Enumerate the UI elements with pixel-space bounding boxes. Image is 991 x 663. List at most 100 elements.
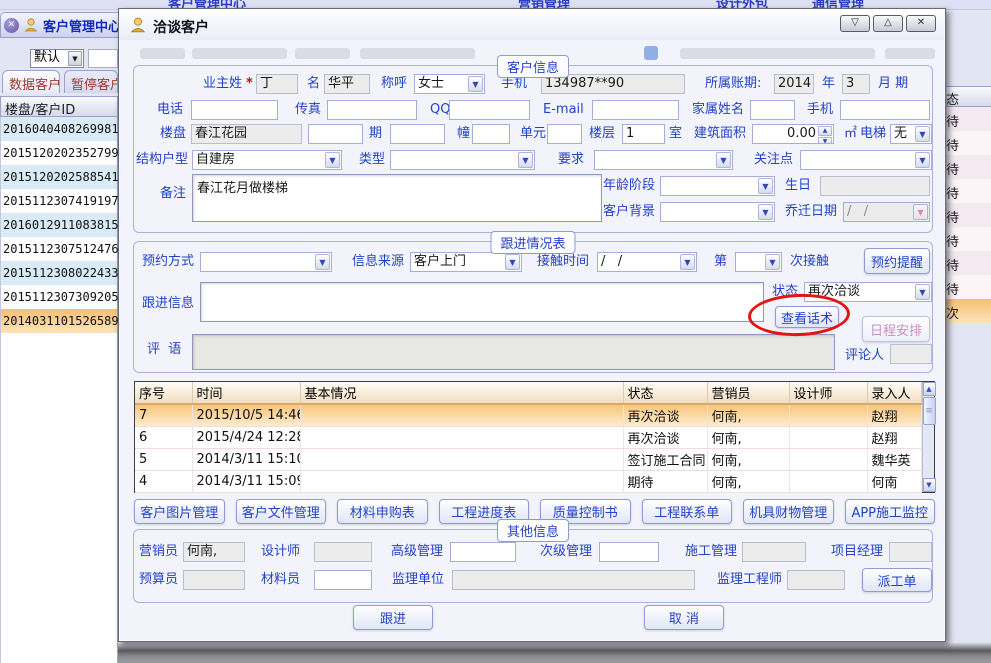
owner-name-field[interactable]: 丁 xyxy=(256,74,298,94)
history-column-header[interactable]: 设计师 xyxy=(789,382,867,404)
building-field[interactable] xyxy=(390,124,445,144)
scroll-down-icon[interactable]: ▼ xyxy=(923,478,936,492)
phase-field[interactable] xyxy=(308,124,363,144)
action-button[interactable]: 机具财物管理 xyxy=(743,499,834,524)
client-id-item[interactable]: 2015120202588541 xyxy=(1,165,117,189)
material-clerk-field[interactable] xyxy=(314,570,372,590)
focus-combo[interactable]: ▼ xyxy=(800,150,932,170)
appoint-method-combo[interactable]: ▼ xyxy=(200,252,332,272)
client-id-item[interactable]: 2015112307512476 xyxy=(1,237,117,261)
tab-data-clients[interactable]: 数据客户 xyxy=(2,70,60,93)
history-column-header[interactable]: 状态 xyxy=(623,382,707,404)
maximize-button[interactable]: △ xyxy=(873,15,903,32)
move-date-combo[interactable]: / / ▼ xyxy=(843,202,930,222)
window-tab-customer-center[interactable]: ✕ 客户管理中心 xyxy=(0,12,118,38)
remark-textarea[interactable]: 春江花月做楼梯 xyxy=(192,174,602,222)
requirement-combo[interactable]: ▼ xyxy=(594,150,733,170)
scrollbar-thumb[interactable]: ≡ xyxy=(923,397,936,425)
client-id-item[interactable]: 2014031101526589 xyxy=(1,309,117,333)
age-stage-combo[interactable]: ▼ xyxy=(660,176,775,196)
client-id-item[interactable]: 2016040408269981 xyxy=(1,117,117,141)
client-id-item[interactable]: 2015112307309205 xyxy=(1,285,117,309)
salutation-combo[interactable]: 女士 ▼ xyxy=(414,74,485,94)
family-name-field[interactable] xyxy=(750,100,795,120)
history-column-header[interactable]: 录入人 xyxy=(867,382,921,404)
info-source-combo[interactable]: 客户上门 ▼ xyxy=(410,252,522,272)
contact-time-combo[interactable]: / / ▼ xyxy=(597,252,697,272)
estate-field[interactable]: 春江花园 xyxy=(191,124,302,144)
filter-input[interactable] xyxy=(88,49,118,68)
supervision-engineer-field[interactable] xyxy=(787,570,845,590)
phone-field[interactable] xyxy=(191,100,278,120)
followup-section-title: 跟进情况表 xyxy=(490,231,575,254)
follow-button[interactable]: 跟进 xyxy=(353,605,433,630)
family-mobile-field[interactable] xyxy=(840,100,930,120)
appointment-reminder-button[interactable]: 预约提醒 xyxy=(864,248,930,274)
client-id-item[interactable]: 2015112307419197 xyxy=(1,189,117,213)
senior-manager-field[interactable] xyxy=(450,542,516,562)
first-name-field[interactable]: 华平 xyxy=(324,74,370,94)
filter-combo[interactable]: 默认 ▼ xyxy=(30,49,84,68)
structure-combo[interactable]: 自建房 ▼ xyxy=(192,150,342,170)
unit-number-field[interactable] xyxy=(547,124,582,144)
customer-background-combo[interactable]: ▼ xyxy=(660,202,775,222)
table-scrollbar[interactable]: ▲ ≡ ▼ xyxy=(922,382,935,492)
qq-field[interactable] xyxy=(449,100,530,120)
floor-field[interactable]: 1 xyxy=(622,124,665,144)
history-column-header[interactable]: 营销员 xyxy=(707,382,789,404)
elevator-combo[interactable]: 无 ▼ xyxy=(890,124,932,144)
history-row[interactable]: 7 2015/10/5 14:46 再次洽谈 何南, 赵翔 xyxy=(135,404,921,427)
history-column-header[interactable]: 序号 xyxy=(135,382,192,404)
fax-field[interactable] xyxy=(327,100,417,120)
status-combo[interactable]: 再次洽谈 ▼ xyxy=(804,282,932,302)
type-combo[interactable]: ▼ xyxy=(390,150,535,170)
phase-label: 期 xyxy=(369,124,382,144)
history-column-header[interactable]: 时间 xyxy=(192,382,300,404)
email-field[interactable] xyxy=(592,100,679,120)
history-row[interactable]: 4 2014/3/11 15:09 期待 何南, 何南 xyxy=(135,471,921,493)
cancel-button[interactable]: 取 消 xyxy=(644,605,724,630)
history-row[interactable]: 6 2015/4/24 12:28 再次洽谈 何南, 赵翔 xyxy=(135,427,921,449)
history-row[interactable]: 5 2014/3/11 15:10 签订施工合同 何南, 魏华英 xyxy=(135,449,921,471)
info-source-label: 信息来源 xyxy=(352,252,404,272)
spinner-down-icon[interactable]: ▼ xyxy=(818,137,832,144)
commenter-field[interactable] xyxy=(890,344,932,364)
action-button[interactable]: 工程联系单 xyxy=(642,499,733,524)
designer-field[interactable] xyxy=(314,542,372,562)
followup-info-textarea[interactable] xyxy=(200,282,764,322)
unit-field[interactable] xyxy=(472,124,510,144)
supervision-unit-field[interactable] xyxy=(452,570,695,590)
project-manager-field[interactable] xyxy=(889,542,932,562)
action-button[interactable]: 材料申购表 xyxy=(337,499,428,524)
dropdown-arrow-icon: ▼ xyxy=(915,284,930,300)
dialog-title: 洽谈客户 xyxy=(153,17,209,37)
contact-count-combo[interactable]: ▼ xyxy=(735,252,782,272)
client-id-item[interactable]: 2015120202352799 xyxy=(1,141,117,165)
history-column-header[interactable]: 基本情况 xyxy=(300,382,623,404)
minimize-button[interactable]: ▽ xyxy=(840,15,870,32)
dispatch-order-button[interactable]: 派工单 xyxy=(862,568,932,592)
close-tab-icon[interactable]: ✕ xyxy=(4,18,19,33)
account-year-field[interactable]: 2014 xyxy=(774,74,814,94)
spinner-up-icon[interactable]: ▲ xyxy=(818,126,832,136)
action-button[interactable]: APP施工监控 xyxy=(845,499,936,524)
close-button[interactable]: ✕ xyxy=(906,15,936,32)
secondary-manager-field[interactable] xyxy=(599,542,659,562)
dialog-titlebar[interactable]: 洽谈客户 ▽ △ ✕ xyxy=(120,10,944,40)
scroll-up-icon[interactable]: ▲ xyxy=(923,382,936,396)
action-button[interactable]: 客户文件管理 xyxy=(236,499,327,524)
client-id-item[interactable]: 2016012911083815 xyxy=(1,213,117,237)
view-script-button[interactable]: 查看话术 xyxy=(775,306,839,328)
cell-recorder: 赵翔 xyxy=(867,404,921,427)
comment-textarea[interactable] xyxy=(192,334,835,370)
action-button[interactable]: 客户图片管理 xyxy=(134,499,225,524)
client-id-item[interactable]: 2015112308022433 xyxy=(1,261,117,285)
birthday-field[interactable] xyxy=(820,176,930,196)
area-spinner[interactable]: 0.00 ▲ ▼ xyxy=(752,124,834,144)
budgeter-field[interactable] xyxy=(183,570,245,590)
schedule-button[interactable]: 日程安排 xyxy=(862,316,930,342)
account-month-field[interactable]: 3 xyxy=(842,74,870,94)
tab-paused-clients[interactable]: 暂停客户 xyxy=(64,70,118,93)
sales-field[interactable]: 何南, xyxy=(183,542,245,562)
construction-manager-field[interactable] xyxy=(742,542,806,562)
